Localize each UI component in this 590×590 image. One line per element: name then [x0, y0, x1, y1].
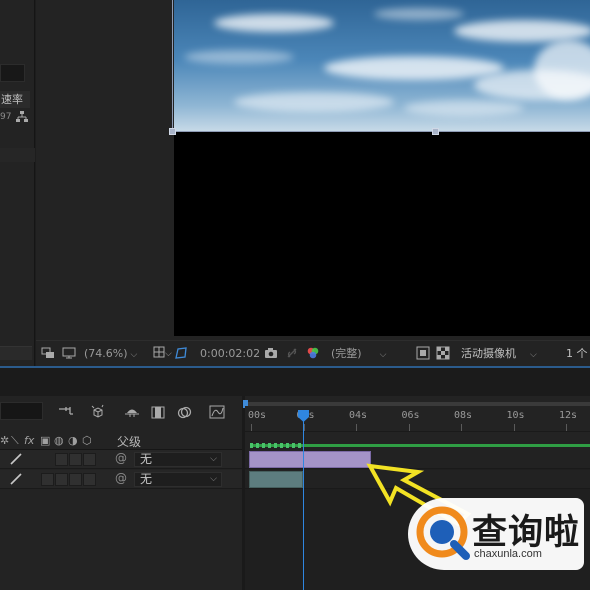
ruler-tick-mark — [251, 424, 252, 431]
views-value: 1 个 — [566, 347, 588, 360]
sky-footage-layer[interactable] — [174, 0, 590, 132]
3d-layer-column-icon[interactable]: ⬡ — [82, 434, 92, 447]
graph-editor-icon[interactable] — [209, 404, 225, 420]
parent-dropdown[interactable]: 无 ⌵ — [134, 472, 222, 487]
quality-column-icon[interactable]: ⟍ — [11, 434, 19, 448]
pen-icon — [10, 473, 22, 485]
chevron-down-icon: ⌵ — [130, 350, 138, 360]
column-header-rate[interactable]: 速率 — [0, 91, 30, 108]
composition-viewer[interactable] — [36, 0, 590, 340]
solo-column-icon[interactable]: ✲ — [0, 434, 9, 447]
layer-search-input[interactable] — [0, 402, 43, 420]
region-of-interest-icon[interactable] — [416, 346, 430, 360]
project-panel: 速率 97 — [0, 0, 35, 368]
ruler-tick-label: 00s — [248, 410, 267, 421]
layer-columns-header: ✲ ⟍ fx ▣ ◍ ◑ ⬡ 父级 — [0, 432, 242, 450]
ruler-tick-label: 08s — [454, 410, 473, 421]
viewer-toolbar: (74.6%) ⌵ ⌵ 0:00:02:02 (完整) ⌵ 活动摄像机 ⌵ 1 个 — [36, 340, 590, 366]
ruler-tick-mark — [461, 424, 462, 431]
ruler-tick-label: 06s — [401, 410, 420, 421]
adjustment-column-icon[interactable]: ◑ — [68, 434, 78, 447]
ruler-tick-mark — [408, 424, 410, 431]
ruler-tick-label: 12s — [559, 410, 578, 421]
chevron-down-icon: ⌵ — [210, 474, 217, 484]
search-field[interactable] — [0, 64, 25, 82]
chevron-down-icon: ⌵ — [379, 350, 387, 360]
layer-switch[interactable] — [83, 473, 96, 486]
transform-handle-bottom-center[interactable] — [432, 128, 439, 135]
monitor-icon[interactable] — [62, 346, 76, 360]
effects-column-icon[interactable]: fx — [24, 434, 34, 447]
composition-canvas[interactable] — [169, 0, 590, 336]
comp-flowchart-icon[interactable] — [58, 404, 74, 420]
layer-bar-1[interactable] — [249, 451, 371, 468]
camera-dropdown[interactable]: 活动摄像机 ⌵ — [461, 345, 537, 363]
ruler-tick-mark — [566, 424, 567, 431]
time-ruler[interactable]: 00s02s04s06s08s10s12s — [245, 406, 590, 432]
layer-row-2[interactable]: @ 无 ⌵ — [0, 470, 242, 489]
layer-row-1[interactable]: @ 无 ⌵ — [0, 450, 242, 469]
layer-switch[interactable] — [83, 453, 96, 466]
ruler-tick-label: 10s — [506, 410, 525, 421]
transparency-grid-icon[interactable] — [436, 346, 450, 360]
chevron-down-icon: ⌵ — [530, 350, 537, 360]
zoom-dropdown[interactable]: (74.6%) ⌵ — [84, 345, 137, 363]
rendered-cache-indicator — [250, 443, 304, 448]
color-channels-icon[interactable] — [306, 346, 320, 360]
transform-handle-bottom-left[interactable] — [169, 128, 176, 135]
draft-3d-icon[interactable] — [90, 404, 106, 420]
pick-whip-icon[interactable]: @ — [115, 471, 127, 485]
layer-bounds-left — [172, 0, 173, 132]
chevron-down-icon: ⌵ — [210, 454, 217, 464]
frame-blend-column-icon[interactable]: ▣ — [40, 434, 50, 447]
current-time-indicator[interactable] — [303, 410, 304, 590]
ruler-tick-mark — [356, 424, 357, 431]
parent-column-header[interactable]: 父级 — [117, 433, 141, 450]
mask-visibility-icon[interactable] — [174, 346, 188, 360]
layer-switch[interactable] — [55, 473, 68, 486]
motion-blur-column-icon[interactable]: ◍ — [54, 434, 64, 447]
ruler-tick-label: 04s — [349, 410, 368, 421]
watermark: 查询啦 chaxunla.com — [408, 498, 584, 570]
pick-whip-icon[interactable]: @ — [115, 451, 127, 465]
magnifier-logo-icon — [416, 506, 470, 560]
views-dropdown[interactable]: 1 个 — [566, 345, 588, 363]
layer-switch[interactable] — [69, 453, 82, 466]
current-timecode[interactable]: 0:00:02:02 — [200, 345, 260, 363]
layer-bounds-bottom — [174, 131, 590, 132]
list-item[interactable] — [0, 148, 35, 162]
resolution-dropdown[interactable]: (完整) ⌵ — [331, 345, 386, 363]
rate-value: 97 — [0, 112, 12, 122]
motion-blur-icon[interactable] — [176, 404, 192, 420]
zoom-value: (74.6%) — [84, 347, 128, 360]
layer-switch[interactable] — [69, 473, 82, 486]
camera-value: 活动摄像机 — [461, 347, 516, 360]
resolution-value: (完整) — [331, 347, 362, 360]
parent-dropdown[interactable]: 无 ⌵ — [134, 452, 222, 467]
timeline-tab-bar — [0, 368, 590, 396]
parent-value: 无 — [140, 452, 153, 466]
layer-switch[interactable] — [41, 473, 54, 486]
camera-icon[interactable] — [264, 346, 278, 360]
shy-layers-icon[interactable] — [124, 404, 140, 420]
watermark-url: chaxunla.com — [474, 548, 542, 560]
layer-bar-2[interactable] — [249, 471, 303, 488]
panel-footer — [0, 346, 32, 360]
parent-value: 无 — [140, 472, 153, 486]
layer-switch[interactable] — [55, 453, 68, 466]
always-preview-icon[interactable] — [41, 346, 55, 360]
chevron-down-icon[interactable]: ⌵ — [165, 345, 172, 363]
frame-blending-icon[interactable] — [150, 404, 166, 420]
snapshot-icon[interactable] — [285, 346, 299, 360]
playhead-handle-icon[interactable] — [298, 410, 309, 422]
network-icon — [16, 111, 28, 122]
ruler-tick-mark — [513, 424, 515, 431]
pen-icon — [10, 453, 22, 465]
